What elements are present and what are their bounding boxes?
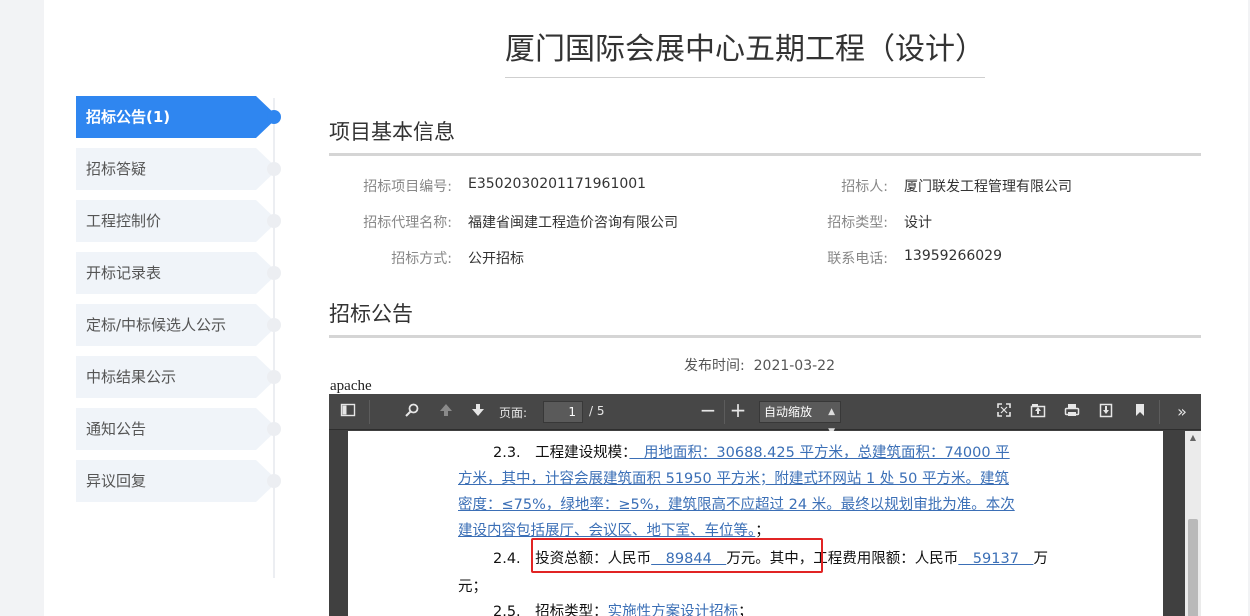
sidebar-item-bid-opening-record[interactable]: 开标记录表 (76, 252, 278, 294)
sidebar-item-candidate-publicity[interactable]: 定标/中标候选人公示 (76, 304, 278, 346)
sidebar-item-bid-notice[interactable]: 招标公告(1) (76, 96, 278, 138)
publish-time-value: 2021-03-22 (753, 358, 835, 374)
pdf-text: 2.5. 招标类型： (493, 604, 608, 616)
print-icon[interactable] (1061, 402, 1083, 422)
page-label: 页面: (499, 406, 528, 420)
publish-time-label: 发布时间: (684, 358, 745, 374)
sidebar-toggle-icon[interactable] (337, 402, 359, 422)
tools-menu-icon[interactable]: » (1171, 402, 1193, 422)
bid-type-label: 招标类型: (827, 215, 888, 231)
project-number-value: E3502030201171961001 (468, 176, 647, 192)
pdf-link-text: 用地面积：30688.425 平方米，总建筑面积：74000 平 (629, 445, 1010, 461)
pdf-text: 万 (1033, 551, 1048, 567)
agency-label: 招标代理名称: (363, 215, 452, 231)
toolbar-separator (724, 400, 725, 424)
presentation-mode-icon[interactable] (993, 402, 1015, 422)
sidebar-item-result-publicity[interactable]: 中标结果公示 (76, 356, 278, 398)
apache-text: apache (330, 378, 372, 394)
pdf-toolbar: 页面: 1 / 5 − + 自动缩放▲▼ » (329, 394, 1201, 437)
sidebar-item-objection-reply[interactable]: 异议回复 (76, 460, 278, 502)
pdf-line-scale: 2.3. 工程建设规模： 用地面积：30688.425 平方米，总建筑面积：74… (493, 441, 1010, 462)
scroll-up-icon[interactable]: ▲ (1185, 431, 1201, 445)
sidebar-item-control-price[interactable]: 工程控制价 (76, 200, 278, 242)
total-pages: / 5 (589, 404, 605, 418)
zoom-in-icon[interactable]: + (727, 400, 749, 420)
pdf-line: 方米，其中，计容会展建筑面积 51950 平方米；附建式环网站 1 处 50 平… (458, 471, 1009, 487)
engineering-cost-value: 59137 (958, 551, 1034, 567)
divider (329, 335, 1201, 338)
timeline-dot (267, 474, 281, 488)
next-page-icon[interactable] (467, 402, 489, 422)
timeline-dot (267, 214, 281, 228)
zoom-out-icon[interactable]: − (697, 400, 719, 420)
bid-method-value: 公开招标 (468, 251, 524, 267)
zoom-select[interactable]: 自动缩放▲▼ (759, 401, 841, 437)
bid-type-value: 设计 (904, 215, 932, 231)
sidebar-item-bid-qa[interactable]: 招标答疑 (76, 148, 278, 190)
sidebar-item-notifications[interactable]: 通知公告 (76, 408, 278, 450)
timeline-dot-active (267, 110, 281, 124)
sidebar-nav: 招标公告(1) 招标答疑 工程控制价 开标记录表 定标/中标候选人公示 中标结果… (76, 96, 286, 512)
bid-method-label: 招标方式: (391, 251, 452, 267)
scrollbar-thumb[interactable] (1188, 519, 1198, 616)
search-icon[interactable] (401, 402, 423, 422)
divider (329, 153, 1201, 156)
open-file-icon[interactable] (1027, 402, 1049, 422)
previous-page-icon[interactable] (435, 402, 457, 422)
bookmark-icon[interactable] (1129, 402, 1151, 422)
timeline-dot (267, 266, 281, 280)
pdf-text: 2.3. 工程建设规模： (493, 445, 630, 461)
phone-label: 联系电话: (827, 251, 888, 267)
zoom-value: 自动缩放 (764, 405, 813, 419)
pdf-text: ； (755, 523, 770, 539)
pdf-text: ； (738, 604, 753, 616)
timeline-dot (267, 318, 281, 332)
basic-info-title: 项目基本信息 (329, 120, 455, 144)
notice-title: 招标公告 (329, 302, 413, 326)
agency-value: 福建省闽建工程造价咨询有限公司 (468, 215, 678, 231)
timeline-dot (267, 162, 281, 176)
pdf-line: 建设内容包括展厅、会议区、地下室、车位等。； (458, 519, 770, 540)
phone-value: 13959266029 (904, 248, 1002, 264)
pdf-line: 密度：≤75%，绿地率：≥5%，建筑限高不应超过 24 米。最终以规划审批为准。… (458, 497, 1015, 513)
project-number-label: 招标项目编号: (363, 179, 452, 195)
tenderer-label: 招标人: (841, 179, 888, 195)
pdf-link-text: 建设内容包括展厅、会议区、地下室、车位等。 (458, 523, 756, 539)
toolbar-separator (1159, 400, 1160, 424)
publish-time: 发布时间: 2021-03-22 (684, 355, 835, 375)
pdf-link-text: 实施性方案设计招标 (607, 604, 739, 616)
timeline-dot (267, 370, 281, 384)
tenderer-value: 厦门联发工程管理有限公司 (904, 179, 1072, 195)
highlight-box (531, 538, 823, 573)
timeline-dot (267, 422, 281, 436)
scrollbar[interactable]: ▲ (1185, 431, 1201, 616)
pdf-line-bid-type: 2.5. 招标类型：实施性方案设计招标； (493, 600, 753, 616)
download-icon[interactable] (1095, 402, 1117, 422)
page-number-input[interactable]: 1 (543, 401, 583, 423)
toolbar-separator (369, 400, 370, 424)
page-title: 厦门国际会展中心五期工程（设计） (505, 30, 985, 78)
pdf-line: 元； (458, 579, 487, 595)
